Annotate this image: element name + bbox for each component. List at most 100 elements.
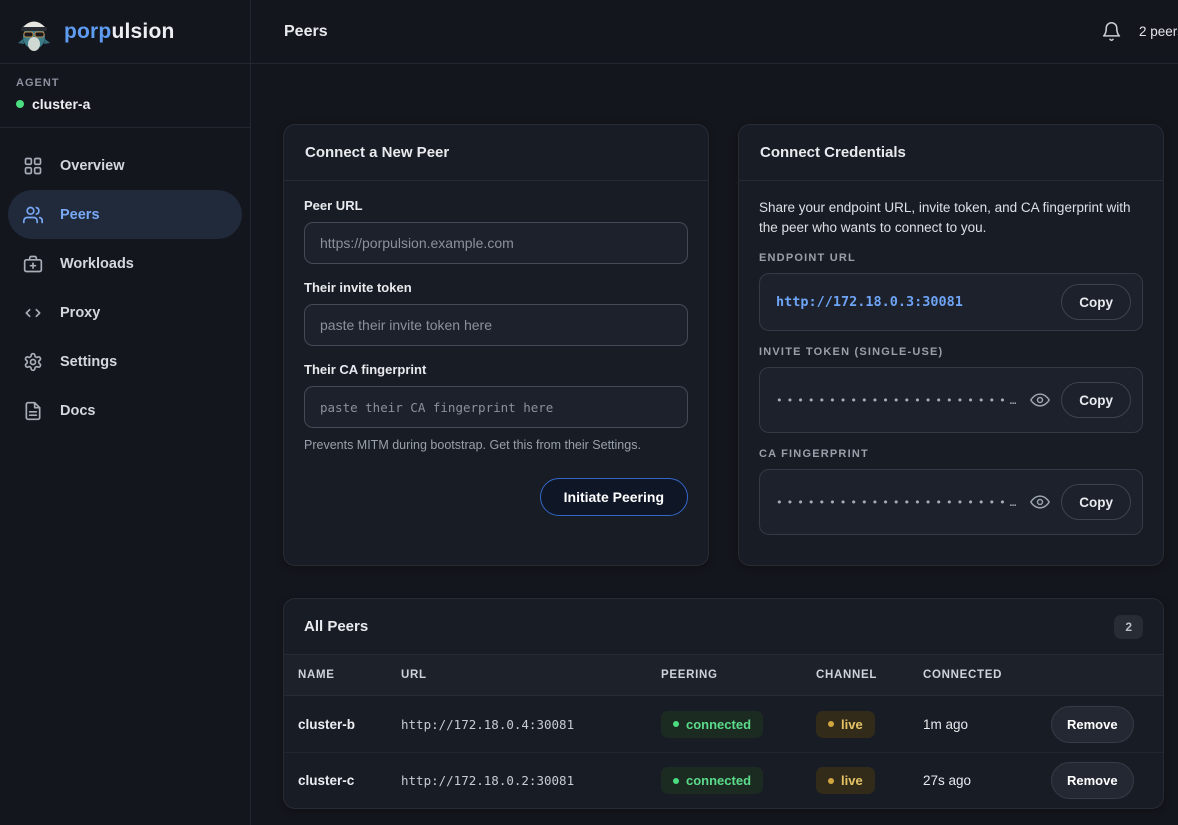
- ca-fingerprint-field: Their CA fingerprint Prevents MITM durin…: [304, 362, 688, 452]
- porpoise-mascot-logo: [14, 12, 54, 52]
- connected-time: 27s ago: [923, 773, 1051, 788]
- peer-url-label: Peer URL: [304, 198, 688, 213]
- credentials-card-title: Connect Credentials: [739, 125, 1163, 181]
- table-row: cluster-b http://172.18.0.4:30081 connec…: [284, 696, 1163, 752]
- credentials-description: Share your endpoint URL, invite token, a…: [759, 198, 1143, 237]
- ca-fingerprint-box: ••••••••••••••••••••••••••••••••••••••••…: [759, 469, 1143, 535]
- table-row: cluster-c http://172.18.0.2:30081 connec…: [284, 752, 1163, 808]
- channel-status-badge: live: [816, 767, 875, 794]
- peers-count-badge: 2: [1114, 615, 1143, 639]
- connect-new-peer-card: Connect a New Peer Peer URL Their invite…: [283, 124, 709, 566]
- invite-token-box: ••••••••••••••••••••••••••••••••••••••••…: [759, 367, 1143, 433]
- sidebar-item-docs[interactable]: Docs: [8, 386, 242, 435]
- invite-token-input[interactable]: [304, 304, 688, 346]
- column-header-channel: CHANNEL: [816, 669, 923, 681]
- connect-card-body: Peer URL Their invite token Their CA fin…: [284, 181, 708, 536]
- ca-fingerprint-masked-value: ••••••••••••••••••••••••••••••••••••••••: [776, 496, 1019, 509]
- ca-fingerprint-label: Their CA fingerprint: [304, 362, 688, 377]
- all-peers-card: All Peers 2 NAME URL PEERING CHANNEL CON…: [283, 598, 1164, 809]
- status-dot: [673, 721, 679, 727]
- sidebar-item-peers[interactable]: Peers: [8, 190, 242, 239]
- connected-time: 1m ago: [923, 717, 1051, 732]
- connect-card-title: Connect a New Peer: [284, 125, 708, 181]
- peer-url: http://172.18.0.2:30081: [401, 773, 661, 788]
- peer-name: cluster-c: [298, 773, 401, 788]
- peer-url-input[interactable]: [304, 222, 688, 264]
- status-dot: [673, 778, 679, 784]
- sidebar-item-label: Settings: [60, 354, 117, 370]
- eye-icon: [1030, 492, 1050, 512]
- brand-wordmark: porpulsion: [64, 20, 175, 44]
- eye-icon: [1030, 390, 1050, 410]
- invite-token-masked-value: ••••••••••••••••••••••••••••••••••••••••: [776, 394, 1019, 407]
- topbar-right: 2 peers: [1101, 21, 1178, 42]
- all-peers-header: All Peers 2: [284, 599, 1163, 654]
- channel-status-badge: live: [816, 711, 875, 738]
- all-peers-title: All Peers: [304, 618, 368, 635]
- invite-token-copy-button[interactable]: Copy: [1061, 382, 1131, 418]
- agent-status-dot: [16, 100, 24, 108]
- app-root: porpulsion AGENT cluster-a Overview Pee: [0, 0, 1178, 825]
- briefcase-icon: [23, 254, 43, 274]
- gear-icon: [23, 352, 43, 372]
- sidebar-item-label: Docs: [60, 403, 95, 419]
- credentials-card-body: Share your endpoint URL, invite token, a…: [739, 181, 1163, 555]
- page-title: Peers: [284, 23, 328, 41]
- ca-fingerprint-section-label: CA FINGERPRINT: [759, 448, 1143, 460]
- agent-name: cluster-a: [16, 96, 234, 112]
- ca-fingerprint-hint: Prevents MITM during bootstrap. Get this…: [304, 438, 688, 452]
- peer-url: http://172.18.0.4:30081: [401, 717, 661, 732]
- invite-token-label: Their invite token: [304, 280, 688, 295]
- peering-status-badge: connected: [661, 711, 763, 738]
- bell-icon[interactable]: [1101, 21, 1122, 42]
- sidebar-item-label: Workloads: [60, 256, 134, 272]
- column-header-name: NAME: [298, 669, 401, 681]
- sidebar-item-settings[interactable]: Settings: [8, 337, 242, 386]
- connect-credentials-card: Connect Credentials Share your endpoint …: [738, 124, 1164, 566]
- form-actions: Initiate Peering: [304, 478, 688, 516]
- row-actions: Remove: [1051, 706, 1149, 743]
- invite-token-section-label: INVITE TOKEN (SINGLE-USE): [759, 346, 1143, 358]
- ca-fingerprint-reveal-button[interactable]: [1028, 490, 1052, 514]
- peers-table-header: NAME URL PEERING CHANNEL CONNECTED: [284, 654, 1163, 696]
- sidebar-item-overview[interactable]: Overview: [8, 141, 242, 190]
- column-header-peering: PEERING: [661, 669, 816, 681]
- endpoint-copy-button[interactable]: Copy: [1061, 284, 1131, 320]
- agent-block: AGENT cluster-a: [0, 64, 250, 128]
- document-icon: [23, 401, 43, 421]
- peer-name: cluster-b: [298, 717, 401, 732]
- agent-label: AGENT: [16, 77, 234, 89]
- sidebar-item-label: Peers: [60, 207, 100, 223]
- peer-count-summary: 2 peers: [1139, 24, 1178, 39]
- topbar: Peers 2 peers: [251, 0, 1178, 64]
- sidebar-nav: Overview Peers Workloads Proxy: [0, 128, 250, 448]
- status-dot: [828, 721, 834, 727]
- sidebar-item-workloads[interactable]: Workloads: [8, 239, 242, 288]
- column-header-url: URL: [401, 669, 661, 681]
- arrows-horizontal-icon: [23, 303, 43, 323]
- remove-peer-button[interactable]: Remove: [1051, 762, 1134, 799]
- endpoint-url-label: ENDPOINT URL: [759, 252, 1143, 264]
- status-dot: [828, 778, 834, 784]
- sidebar-item-label: Proxy: [60, 305, 100, 321]
- sidebar-item-label: Overview: [60, 158, 125, 174]
- sidebar: porpulsion AGENT cluster-a Overview Pee: [0, 0, 251, 825]
- ca-fingerprint-copy-button[interactable]: Copy: [1061, 484, 1131, 520]
- content: Connect a New Peer Peer URL Their invite…: [251, 64, 1178, 809]
- remove-peer-button[interactable]: Remove: [1051, 706, 1134, 743]
- invite-token-field: Their invite token: [304, 280, 688, 346]
- cards-row: Connect a New Peer Peer URL Their invite…: [283, 124, 1164, 566]
- peer-url-field: Peer URL: [304, 198, 688, 264]
- endpoint-url-value: http://172.18.0.3:30081: [776, 294, 1052, 310]
- row-actions: Remove: [1051, 762, 1149, 799]
- users-icon: [23, 205, 43, 225]
- grid-icon: [23, 156, 43, 176]
- main-area: Peers 2 peers Connect a New Peer Peer UR…: [251, 0, 1178, 825]
- logo-row: porpulsion: [0, 0, 250, 64]
- column-header-connected: CONNECTED: [923, 669, 1051, 681]
- invite-token-reveal-button[interactable]: [1028, 388, 1052, 412]
- ca-fingerprint-input[interactable]: [304, 386, 688, 428]
- initiate-peering-button[interactable]: Initiate Peering: [540, 478, 688, 516]
- peering-status-badge: connected: [661, 767, 763, 794]
- sidebar-item-proxy[interactable]: Proxy: [8, 288, 242, 337]
